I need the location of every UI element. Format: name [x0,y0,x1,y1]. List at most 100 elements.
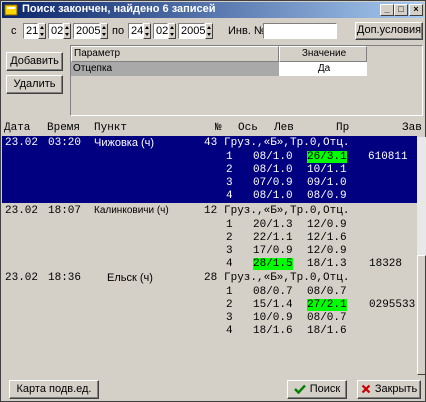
axis-right-value: 18/1.6 [307,325,347,337]
from-month-spinner[interactable] [63,23,71,39]
scrollbar-thumb[interactable] [417,255,426,375]
record-point: Ельск (ч) [107,272,153,284]
to-year-spinner[interactable] [205,23,213,39]
to-month-input[interactable]: 02 [153,23,168,39]
param-cell[interactable]: Отцепка [71,62,279,76]
inv-number-label: Инв. № [228,25,266,37]
axis-number: 4 [226,258,233,270]
red-x-icon [361,384,371,394]
from-label: с [11,25,17,37]
title-bar: Поиск закончен, найдено 6 записей _ □ × [2,2,424,18]
from-day-spinner[interactable] [38,23,46,39]
record-summary: Груз.,«Б»,Тр.0,Отц. [224,137,350,149]
axis-right-value: 12/1.6 [307,232,347,244]
checkmark-icon [293,384,306,395]
results-grid: Дата Время Пункт № Ось Лев Пр Зав 23.02 … [2,120,425,376]
to-day-spinner[interactable] [143,23,151,39]
axis-right-value: 08/0.7 [307,286,347,298]
value-cell[interactable]: Да [279,62,367,76]
from-day-input[interactable]: 21 [23,23,38,39]
results-scrollbar[interactable] [417,137,426,375]
window-title: Поиск закончен, найдено 6 записей [22,3,216,15]
axis-number: 2 [226,232,233,244]
axis-number: 2 [226,299,233,311]
axis-number: 1 [226,286,233,298]
window-app-icon [4,4,18,16]
record-row[interactable]: 23.02 18:07 Калинковичи (ч) 12 Груз.,«Б»… [2,204,417,270]
record-plant: 0295533 [369,299,416,311]
axis-right-value: 12/0.9 [307,245,347,257]
maximize-button[interactable]: □ [394,4,408,16]
from-year-input[interactable]: 2005 [73,23,100,39]
point-column-header: Пункт [94,122,128,134]
axis-right-value: 18/1.3 [307,258,347,270]
to-day-input[interactable]: 24 [128,23,143,39]
axis-number: 2 [226,164,233,176]
record-time: 03:20 [48,137,82,149]
record-number: 12 [204,205,218,217]
axis-right-value: 08/0.9 [307,190,347,202]
record-number: 28 [204,272,218,284]
axis-number: 3 [226,312,233,324]
axis-right-value: 10/1.1 [307,164,347,176]
axis-right-value: 26/3.1 [307,151,347,163]
record-time: 18:07 [48,205,82,217]
close-button[interactable]: Закрыть [357,380,421,399]
date-column-header: Дата [4,122,31,134]
record-date: 23.02 [5,205,39,217]
axis-number: 3 [226,177,233,189]
value-column-header[interactable]: Значение [279,46,367,62]
search-button-label: Поиск [309,383,341,395]
record-point: Калинковичи (ч) [94,205,169,216]
search-button[interactable]: Поиск [287,380,347,399]
to-month-spinner[interactable] [168,23,176,39]
from-year-spinner[interactable] [100,23,108,39]
record-plant: 18328 [369,258,403,270]
search-window: Поиск закончен, найдено 6 записей _ □ × … [0,0,426,402]
plant-column-header: Зав [402,122,422,134]
axis-left-value: 10/0.9 [253,312,293,324]
inv-number-input[interactable] [263,23,337,39]
vehicle-card-button[interactable]: Карта подв.ед. [9,380,99,399]
parameters-grid: Параметр Значение Отцепка Да [70,45,423,116]
time-column-header: Время [47,122,81,134]
from-month-input[interactable]: 02 [48,23,63,39]
axis-left-value: 07/0.9 [253,177,293,189]
minimize-button[interactable]: _ [380,4,394,16]
delete-button[interactable]: Удалить [6,75,63,94]
record-date: 23.02 [5,137,39,149]
axis-left-value: 08/0.7 [253,286,293,298]
to-year-input[interactable]: 2005 [178,23,205,39]
record-summary: Груз.,«Б»,Тр.0,Отц. [224,205,350,217]
axis-number: 3 [226,245,233,257]
axis-right-value: 08/0.7 [307,312,347,324]
to-label: по [112,25,125,37]
axis-right-value: 09/1.0 [307,177,347,189]
record-time: 18:36 [48,272,82,284]
axis-left-value: 15/1.4 [253,299,293,311]
axis-left-value: 08/1.0 [253,190,293,202]
number-column-header: № [215,122,222,134]
axis-column-header: Ось [238,122,258,134]
axis-right-value: 12/0.9 [307,219,347,231]
record-number: 43 [204,137,218,149]
axis-right-value: 27/2.1 [307,299,347,311]
axis-left-value: 22/1.1 [253,232,293,244]
axis-left-value: 18/1.6 [253,325,293,337]
axis-left-value: 08/1.0 [253,164,293,176]
record-date: 23.02 [5,272,39,284]
axis-left-value: 17/0.9 [253,245,293,257]
record-plant: 610811 [368,151,408,163]
extra-conditions-button[interactable]: Доп.условия [355,22,423,40]
param-column-header[interactable]: Параметр [71,46,279,62]
axis-number: 4 [226,325,233,337]
record-row[interactable]: 23.02 18:36 Ельск (ч) 28 Груз.,«Б»,Тр.0,… [2,271,417,341]
axis-number: 4 [226,190,233,202]
close-window-button[interactable]: × [409,4,423,16]
axis-left-value: 28/1.5 [253,258,293,270]
add-button[interactable]: Добавить [6,52,63,71]
record-point: Чижовка (ч) [94,137,155,149]
record-summary: Груз.,«Б»,Тр.0,Отц. [224,272,350,284]
record-row[interactable]: 23.02 03:20 Чижовка (ч) 43 Груз.,«Б»,Тр.… [2,136,417,203]
close-button-label: Закрыть [374,383,418,395]
